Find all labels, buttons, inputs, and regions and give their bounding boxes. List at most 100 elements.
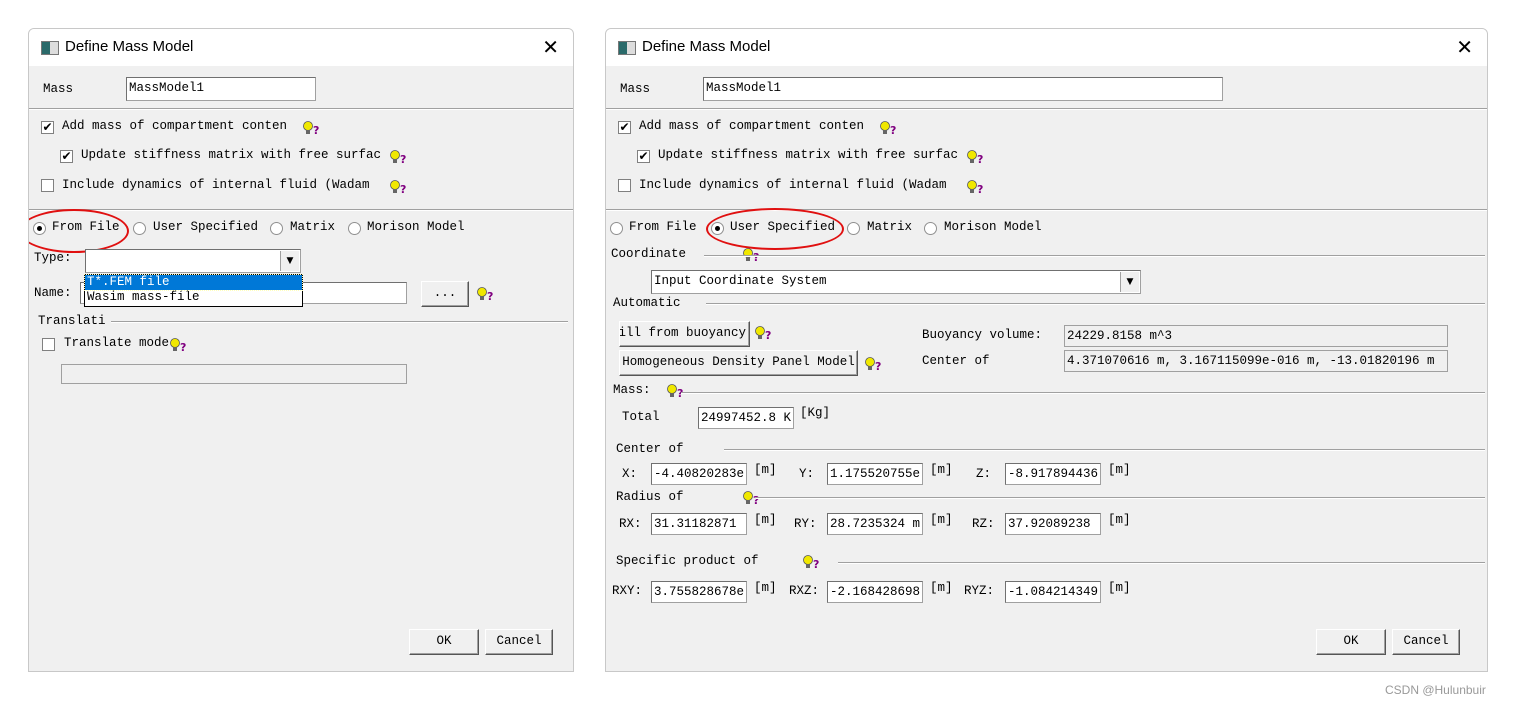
radius-rz-input[interactable]: 37.92089238 [1005,513,1101,535]
help-bulb-icon[interactable] [754,325,774,341]
help-bulb-icon[interactable] [169,337,189,353]
divider [706,303,1485,305]
cog-y-input[interactable]: 1.175520755e [827,463,923,485]
update-stiffness-label: Update stiffness matrix with free surfac [81,148,382,162]
cog-x-input[interactable]: -4.40820283e [651,463,747,485]
app-icon [618,41,636,55]
radio-from-file[interactable] [610,222,623,235]
y-label: Y: [799,467,815,481]
divider [111,321,568,323]
help-bulb-icon[interactable] [879,120,899,136]
help-bulb-icon[interactable] [389,149,409,165]
unit-label: [m] [930,581,953,595]
include-dynamics-checkbox[interactable] [618,179,631,192]
divider [838,562,1485,564]
specific-product-group-label: Specific product of [616,554,759,568]
buoyancy-volume-label: Buoyancy volume: [922,328,1043,342]
type-label: Type: [34,251,72,265]
annotation-ellipse [29,209,129,253]
center-of-buoyancy-label: Center of [922,354,990,368]
dropdown-option-fem[interactable]: T*.FEM file [84,274,303,291]
type-dropdown-list: T*.FEM file Wasim mass-file [84,274,303,307]
radio-user-specified[interactable] [133,222,146,235]
divider [681,392,1485,394]
homogeneous-density-panel-model-button[interactable]: Homogeneous Density Panel Model [619,350,858,376]
radius-rx-input[interactable]: 31.31182871 [651,513,747,535]
translate-model-checkbox[interactable] [42,338,55,351]
mass-label: Mass [620,82,651,96]
cancel-button[interactable]: Cancel [1392,629,1460,655]
divider [29,209,573,211]
type-combobox[interactable]: ▼ [85,249,301,273]
ok-button[interactable]: OK [1316,629,1386,655]
help-bulb-icon[interactable] [966,149,986,165]
help-bulb-icon[interactable] [476,286,496,302]
radio-label: Matrix [290,220,336,234]
chevron-down-icon[interactable]: ▼ [280,251,299,271]
coordinate-value: Input Coordinate System [654,274,827,288]
include-dynamics-label: Include dynamics of internal fluid (Wada… [62,178,370,192]
close-icon[interactable]: ✕ [1456,35,1473,59]
ok-button[interactable]: OK [409,629,479,655]
dialog-title: Define Mass Model [65,38,194,55]
unit-label: [m] [754,463,777,477]
cancel-button[interactable]: Cancel [485,629,553,655]
unit-label: [m] [930,463,953,477]
help-bulb-icon[interactable] [302,120,322,136]
app-icon [41,41,59,55]
mass-name-input[interactable]: MassModel1 [126,77,316,101]
radio-matrix[interactable] [847,222,860,235]
radio-label: Morison Model [944,220,1042,234]
radio-label: From File [629,220,697,234]
title-bar: Define Mass Model ✕ [606,29,1487,66]
add-mass-label: Add mass of compartment conten [62,119,288,133]
update-stiffness-checkbox[interactable]: ✔ [637,150,650,163]
chevron-down-icon[interactable]: ▼ [1120,272,1139,292]
total-mass-input[interactable]: 24997452.8 K [698,407,794,429]
help-bulb-icon[interactable] [802,554,822,570]
title-bar: Define Mass Model ✕ [29,29,573,66]
mass-label: Mass [43,82,74,96]
rz-label: RZ: [972,517,995,531]
ry-label: RY: [794,517,817,531]
help-bulb-icon[interactable] [389,179,409,195]
ryz-label: RYZ: [964,584,995,598]
dropdown-option-wasim[interactable]: Wasim mass-file [85,290,302,305]
help-bulb-icon[interactable] [666,383,686,399]
radio-morison-model[interactable] [924,222,937,235]
z-label: Z: [976,467,992,481]
add-mass-checkbox[interactable]: ✔ [618,121,631,134]
coordinate-system-combobox[interactable]: Input Coordinate System ▼ [651,270,1141,294]
total-mass-label: Total [622,410,660,424]
cog-z-input[interactable]: -8.917894436 [1005,463,1101,485]
product-rxy-input[interactable]: 3.755828678e [651,581,747,603]
unit-label: [m] [754,581,777,595]
radio-morison-model[interactable] [348,222,361,235]
name-label: Name: [34,286,72,300]
radio-matrix[interactable] [270,222,283,235]
watermark: CSDN @Hulunbuir [1385,683,1486,697]
center-of-buoyancy-field: 4.371070616 m, 3.167115099e-016 m, -13.0… [1064,350,1448,372]
product-rxz-input[interactable]: -2.168428698 [827,581,923,603]
define-mass-model-dialog-left: Define Mass Model ✕ Mass MassModel1 ✔ Ad… [28,28,574,672]
fill-from-buoyancy-button[interactable]: Fill from buoyancy [619,321,750,347]
rxy-label: RXY: [612,584,643,598]
browse-button[interactable]: ... [421,281,469,307]
x-label: X: [622,467,638,481]
radius-ry-input[interactable]: 28.7235324 m [827,513,923,535]
add-mass-checkbox[interactable]: ✔ [41,121,54,134]
divider [606,108,1487,110]
unit-label: [Kg] [800,406,831,420]
include-dynamics-checkbox[interactable] [41,179,54,192]
close-icon[interactable]: ✕ [542,35,559,59]
rxz-label: RXZ: [789,584,820,598]
help-bulb-icon[interactable] [864,356,884,372]
mass-name-input[interactable]: MassModel1 [703,77,1223,101]
product-ryz-input[interactable]: -1.084214349 [1005,581,1101,603]
automatic-label: Automatic [613,296,681,310]
help-bulb-icon[interactable] [966,179,986,195]
update-stiffness-checkbox[interactable]: ✔ [60,150,73,163]
dialog-title: Define Mass Model [642,38,771,55]
unit-label: [m] [930,513,953,527]
translation-group-label: Translati [38,314,106,328]
